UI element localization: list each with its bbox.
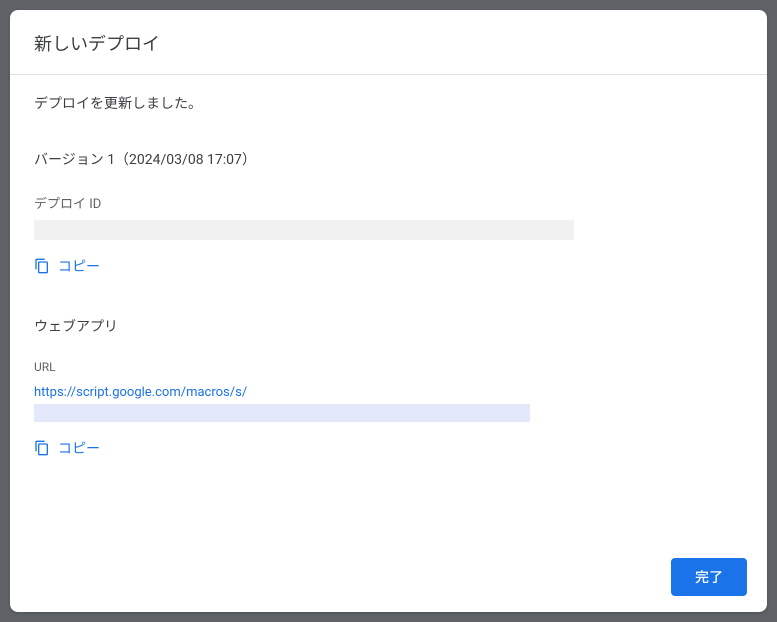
deploy-id-value[interactable] [34,220,574,240]
copy-deploy-id-button[interactable]: コピー [34,252,100,280]
status-message: デプロイを更新しました。 [34,93,743,113]
webapp-url[interactable]: https://script.google.com/macros/s/ [34,385,247,400]
url-row: https://script.google.com/macros/s/ [34,384,743,426]
webapp-section-title: ウェブアプリ [34,316,743,336]
dialog-title: 新しいデプロイ [34,30,743,56]
copy-icon [34,440,50,456]
done-button[interactable]: 完了 [671,558,747,596]
deploy-dialog: 新しいデプロイ デプロイを更新しました。 バージョン 1（2024/03/08 … [10,10,767,612]
dialog-header: 新しいデプロイ [10,10,767,75]
dialog-footer: 完了 [10,541,767,612]
webapp-url-redacted[interactable] [34,404,530,422]
copy-url-button[interactable]: コピー [34,434,100,462]
dialog-body: デプロイを更新しました。 バージョン 1（2024/03/08 17:07） デ… [10,75,767,541]
url-label: URL [34,360,743,374]
copy-label: コピー [58,256,100,276]
deploy-id-label: デプロイ ID [34,193,743,212]
version-info: バージョン 1（2024/03/08 17:07） [34,149,743,169]
copy-label: コピー [58,438,100,458]
copy-icon [34,258,50,274]
